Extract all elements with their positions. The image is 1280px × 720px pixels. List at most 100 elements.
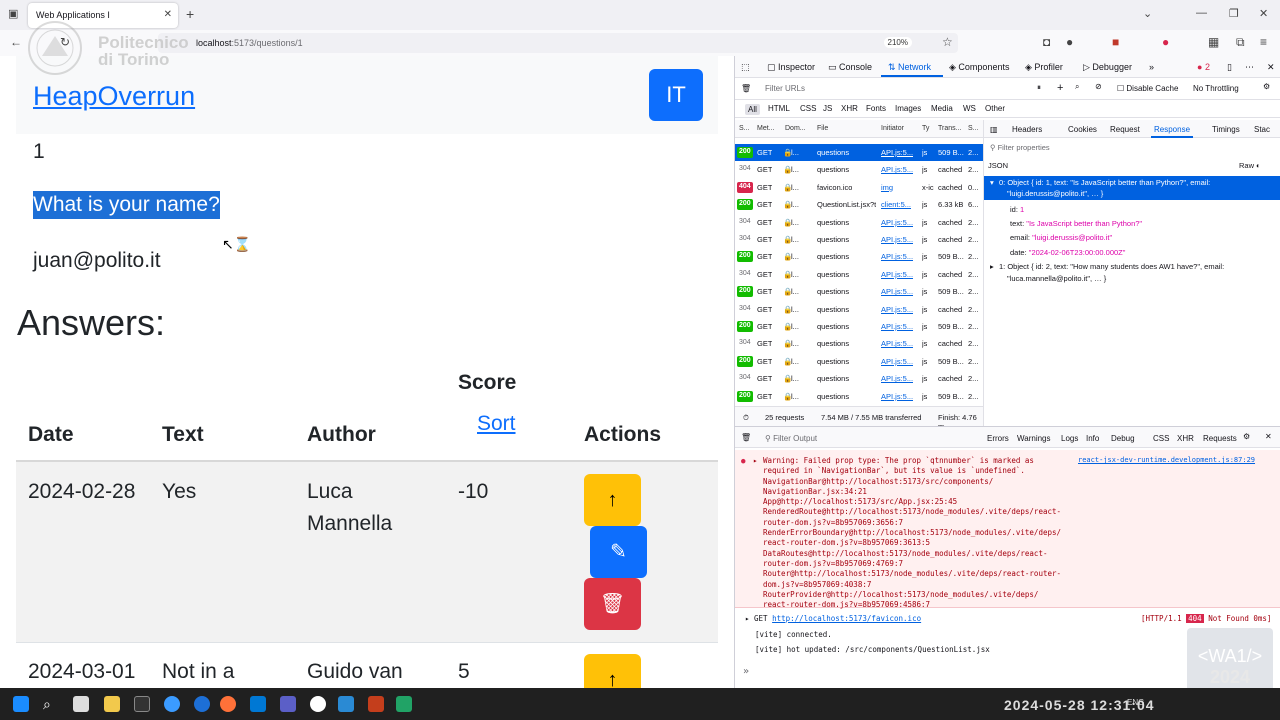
brand-link[interactable]: HeapOverrun [33,81,195,112]
tab-headers[interactable]: Headers [1012,125,1042,134]
json-object-0[interactable]: ▾ 0: Object { id: 1, text: "Is JavaScrip… [984,176,1280,200]
extensions-puzzle-icon[interactable]: ⧉ [1236,35,1245,50]
network-url[interactable]: http://localhost:5173/favicon.ico [772,614,921,623]
tab-console[interactable]: ▭ Console [828,62,872,73]
expand-arrow-icon[interactable]: ▸ [990,262,994,271]
type-filter-css[interactable]: CSS [800,104,816,113]
tab-cookies[interactable]: Cookies [1068,125,1097,134]
tab-debugger[interactable]: ▷ Debugger [1083,62,1132,73]
col-method[interactable]: Met... [757,125,775,132]
request-row[interactable]: 404 GET l... favicon.ico img x-ic cached 0... 🔒 [735,179,983,196]
filter-urls-input[interactable]: Filter URLs [765,84,805,93]
close-split-console-icon[interactable]: ✕ [1265,432,1272,441]
filter-requests[interactable]: Requests [1203,434,1237,443]
request-initiator[interactable]: API.js:5... [881,270,913,279]
filter-output-input[interactable]: ⚲ Filter Output [765,434,817,443]
gear-icon[interactable]: ⚙ [1243,432,1250,441]
app-icon[interactable] [164,696,180,712]
extension-icon[interactable]: ● [1162,35,1169,49]
upvote-button[interactable]: ↑ [584,654,641,688]
console-network-entry[interactable]: ▸ GET http://localhost:5173/favicon.ico [745,614,921,623]
request-row[interactable]: 200 GET l... questions API.js:5... js 509 B...… [735,318,983,335]
dock-icon[interactable]: ▯ [1227,62,1232,73]
menu-icon[interactable]: ≡ [1260,35,1267,49]
powerpoint-icon[interactable] [368,696,384,712]
sidebar-toggle-icon[interactable]: ▥ [990,125,998,134]
bookmark-star-icon[interactable]: ☆ [942,35,953,49]
request-initiator[interactable]: API.js:5... [881,165,913,174]
request-row[interactable]: 200 GET l... questions API.js:5... js 509 B...… [735,353,983,370]
request-initiator[interactable]: API.js:5... [881,392,913,401]
level-errors[interactable]: Errors [987,434,1009,443]
block-icon[interactable]: ⊘ [1095,82,1102,91]
request-row[interactable]: 200 GET l... questions API.js:5... js 509 B...… [735,388,983,405]
type-filter-all[interactable]: All [745,104,760,115]
level-logs[interactable]: Logs [1061,434,1078,443]
tab-components[interactable]: ◈ Components [949,62,1009,73]
extension-icon[interactable]: ● [1066,35,1073,49]
tab-network[interactable]: ⇅ Network [888,62,931,73]
request-row[interactable]: 304 GET l... questions API.js:5... js cached 2.… [735,335,983,352]
tab-timings[interactable]: Timings [1212,125,1240,134]
type-filter-other[interactable]: Other [985,104,1005,113]
request-initiator[interactable]: API.js:5... [881,374,913,383]
vscode-icon[interactable] [338,696,354,712]
close-tab-icon[interactable]: ✕ [164,9,172,20]
request-row[interactable]: 304 GET l... questions API.js:5... js cached 2.… [735,301,983,318]
col-type[interactable]: Ty [922,125,929,132]
language-indicator[interactable]: ENG [1127,698,1144,707]
level-info[interactable]: Info [1086,434,1099,443]
type-filter-xhr[interactable]: XHR [841,104,858,113]
gear-icon[interactable]: ⚙ [1263,82,1270,91]
app-icon[interactable] [194,696,210,712]
tab-response[interactable]: Response [1154,125,1190,134]
chevron-down-icon[interactable]: ⌄ [1143,7,1152,20]
outlook-icon[interactable] [250,696,266,712]
tab-profiler[interactable]: ◈ Profiler [1025,62,1063,73]
col-initiator[interactable]: Initiator [881,125,904,132]
request-row[interactable]: 304 GET l... questions API.js:5... js cached 2.… [735,161,983,178]
search-icon[interactable]: ⌕ [43,696,59,712]
file-explorer-icon[interactable] [104,696,120,712]
language-button[interactable]: IT [649,69,703,121]
edit-button[interactable]: ✎ [590,526,647,578]
request-row[interactable]: 200 GET l... QuestionList.jsx?t client:5... j… [735,196,983,213]
type-filter-js[interactable]: JS [823,104,832,113]
spreadsheet-icon[interactable] [396,696,412,712]
add-icon[interactable]: + [1057,82,1063,94]
more-tabs-icon[interactable]: » [1149,62,1154,72]
filter-properties-input[interactable]: ⚲ Filter properties [990,143,1050,152]
filter-xhr[interactable]: XHR [1177,434,1194,443]
request-row[interactable]: 200 GET l... questions API.js:5... js 509 B...… [735,248,983,265]
col-file[interactable]: File [817,125,828,132]
json-object-1-summary[interactable]: 1: Object { id: 2, text: "How many stude… [999,262,1224,271]
grid-icon[interactable]: ▦ [1208,35,1219,49]
extension-icon[interactable]: ■ [1112,35,1119,49]
type-filter-html[interactable]: HTML [768,104,790,113]
trash-icon[interactable]: 🗑 [741,433,751,442]
col-domain[interactable]: Dom... [785,125,806,132]
type-filter-fonts[interactable]: Fonts [866,104,886,113]
error-count-badge[interactable]: ● 2 [1197,62,1210,72]
request-row[interactable]: 304 GET l... questions API.js:5... js cached 2.… [735,370,983,387]
upvote-button[interactable]: ↑ [584,474,641,526]
request-initiator[interactable]: API.js:5... [881,322,913,331]
search-icon[interactable]: ⌕ [1075,82,1079,92]
type-filter-ws[interactable]: WS [963,104,976,113]
request-initiator[interactable]: API.js:5... [881,305,913,314]
request-row[interactable]: 200 GET l... questions API.js:5... js 509 B...… [735,283,983,300]
warning-source-link[interactable]: react-jsx-dev-runtime.development.js:87:… [1078,456,1255,464]
start-icon[interactable] [13,696,29,712]
throttling-select[interactable]: No Throttling [1193,84,1239,93]
close-window-icon[interactable]: ✕ [1259,7,1268,20]
sort-link[interactable]: Sort [477,412,516,436]
disable-cache-checkbox[interactable]: ☐ Disable Cache [1117,84,1178,93]
delete-button[interactable]: 🗑 [584,578,641,630]
request-initiator[interactable]: API.js:5... [881,357,913,366]
request-initiator[interactable]: API.js:5... [881,218,913,227]
request-initiator[interactable]: API.js:5... [881,339,913,348]
console-prompt-icon[interactable]: » [743,666,749,677]
close-devtools-icon[interactable]: ✕ [1267,62,1275,73]
terminal-icon[interactable] [134,696,150,712]
more-options-icon[interactable]: ⋯ [1245,62,1254,73]
